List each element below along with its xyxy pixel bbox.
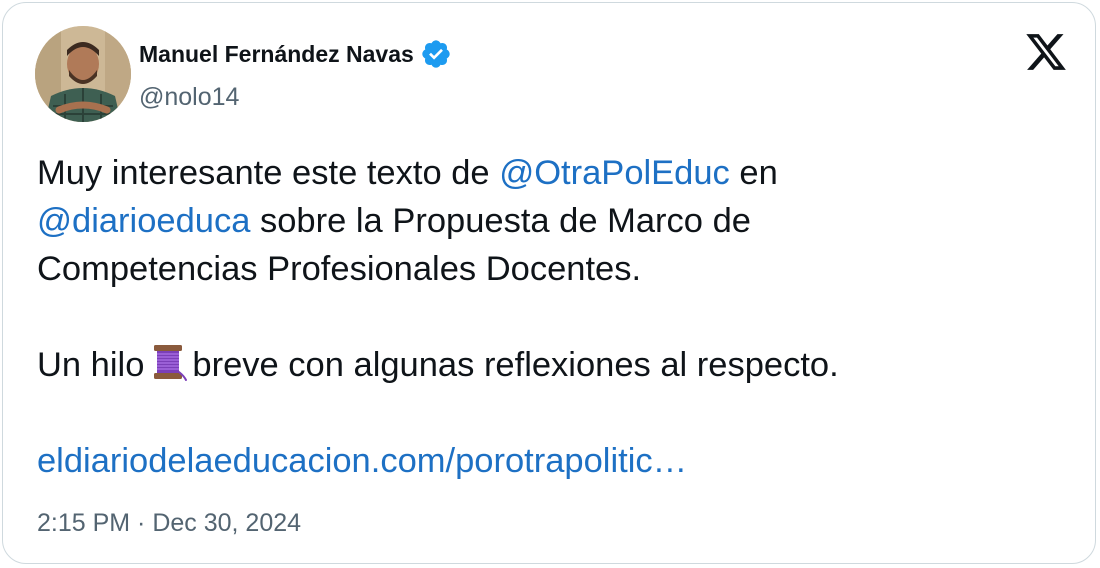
avatar-image xyxy=(35,26,131,122)
tweet-card[interactable]: Manuel Fernández Navas @nolo14 Muy inter… xyxy=(2,2,1096,564)
author-display-name[interactable]: Manuel Fernández Navas xyxy=(139,41,414,68)
x-logo-icon[interactable] xyxy=(1023,30,1069,74)
tweet-line-1: Muy interesante este texto de @OtraPolEd… xyxy=(37,149,1057,197)
thread-spool-icon xyxy=(148,342,188,382)
tweet-timestamp[interactable]: 2:15 PM · Dec 30, 2024 xyxy=(37,509,301,538)
tweet-body: Muy interesante este texto de @OtraPolEd… xyxy=(37,149,1057,485)
tweet-line-2: @diarioeduca sobre la Propuesta de Marco… xyxy=(37,197,1057,245)
tweet-text-segment: en xyxy=(729,154,778,192)
tweet-line-4: Un hilo breve con algunas reflexiones al… xyxy=(37,341,1057,389)
tweet-text-segment: sobre la Propuesta de Marco de xyxy=(250,202,751,240)
author-handle[interactable]: @nolo14 xyxy=(139,83,239,112)
tweet-text-segment: Muy interesante este texto de xyxy=(37,154,500,192)
tweet-text-segment: breve con algunas reflexiones al respect… xyxy=(192,346,839,384)
tweet-line-5: eldiariodelaeducacion.com/porotrapolitic… xyxy=(37,437,1057,485)
tweet-text-segment: Un hilo xyxy=(37,346,145,384)
article-link[interactable]: eldiariodelaeducacion.com/porotrapolitic… xyxy=(37,442,687,480)
mention-link-otrapoleduc[interactable]: @OtraPolEduc xyxy=(499,154,730,192)
author-avatar[interactable] xyxy=(35,26,131,122)
tweet-line-3: Competencias Profesionales Docentes. xyxy=(37,250,642,288)
author-name-row[interactable]: Manuel Fernández Navas xyxy=(139,37,452,71)
verified-badge-icon xyxy=(420,38,452,70)
mention-link-diarioeduca[interactable]: @diarioeduca xyxy=(37,202,250,240)
